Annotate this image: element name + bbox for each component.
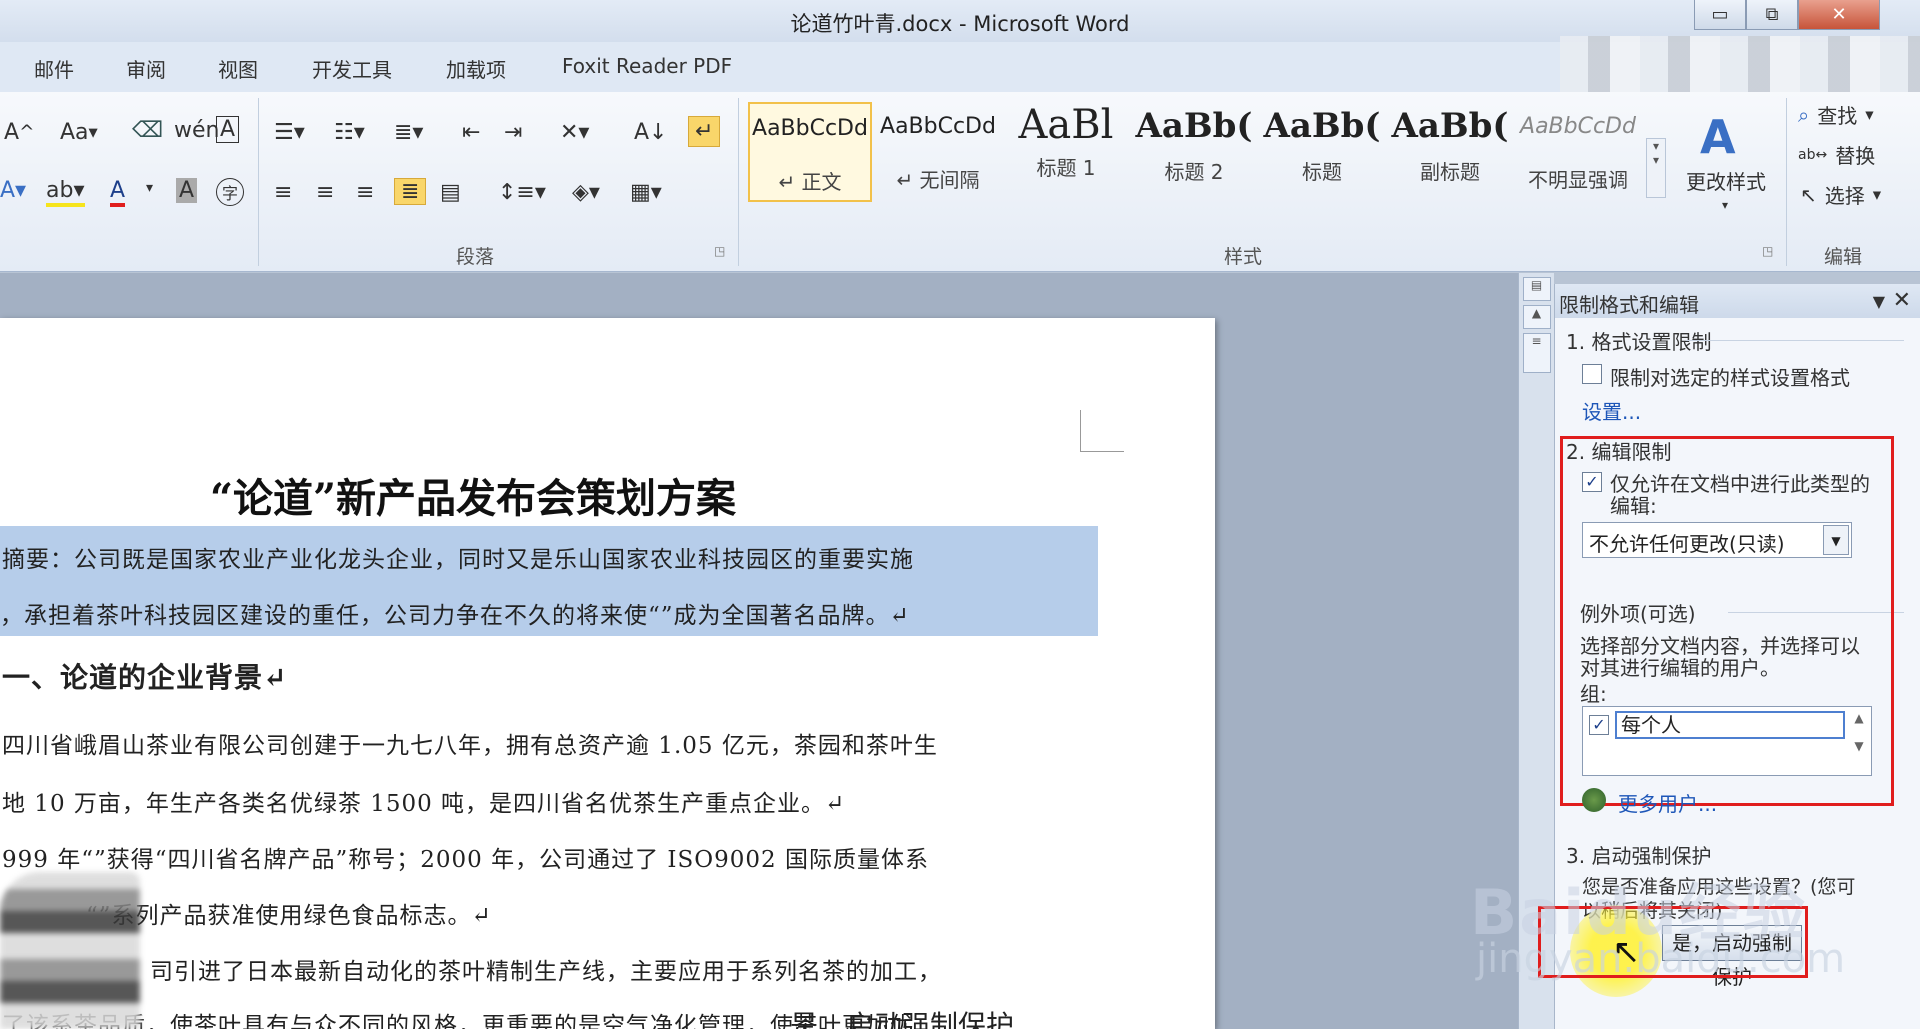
font-color-button[interactable]: A: [110, 178, 126, 207]
select-button[interactable]: ↖ 选择 ▾: [1800, 180, 1881, 209]
ruler-toggle-icon[interactable]: ▤: [1522, 277, 1551, 301]
group-separator: [1786, 98, 1787, 266]
char-border-icon[interactable]: A: [216, 116, 240, 143]
tab-addins[interactable]: 加载项: [446, 54, 506, 83]
highlight-box: [1560, 436, 1894, 806]
pane-header: 限制格式和编辑 ▼ ✕: [1555, 284, 1920, 318]
group-separator: [738, 98, 739, 266]
bullets-icon[interactable]: ☰▾: [274, 120, 305, 145]
align-center-icon[interactable]: ≡: [316, 180, 334, 205]
distributed-icon[interactable]: ▤: [440, 180, 461, 205]
doc-line: 地 10 万亩，年生产各类名优绿茶 1500 吨，是四川省名优茶生产重点企业。↵: [2, 791, 846, 817]
style-subtle-emphasis[interactable]: AaBbCcDd 不明显强调: [1516, 102, 1640, 202]
grow-font-button[interactable]: A ^: [4, 120, 34, 145]
change-styles-dropdown-icon[interactable]: ▾: [1722, 198, 1728, 212]
tab-view[interactable]: 视图: [218, 54, 258, 83]
replace-button[interactable]: ab↔ 替换: [1798, 140, 1875, 169]
format-limit-checkbox[interactable]: [1582, 364, 1602, 384]
section-rule: [1686, 340, 1904, 341]
scroll-up-icon[interactable]: ▲: [1522, 305, 1551, 329]
style-subtitle[interactable]: AaBb( 副标题: [1388, 102, 1512, 202]
window-title: 论道竹叶青.docx - Microsoft Word: [790, 12, 1130, 36]
find-button[interactable]: ⌕ 查找 ▾: [1798, 100, 1874, 129]
pointer-icon: ↖: [1800, 182, 1817, 207]
style-heading-1[interactable]: AaBl 标题 1: [1004, 102, 1128, 202]
justify-icon[interactable]: ≣: [394, 178, 427, 205]
close-button[interactable]: ✕: [1798, 0, 1880, 30]
replace-icon: ab↔: [1798, 146, 1828, 163]
change-styles-icon: A: [1700, 110, 1736, 164]
line-spacing-icon[interactable]: ↕≡▾: [498, 180, 546, 205]
pane-close-icon[interactable]: ✕: [1893, 288, 1911, 313]
doc-line: 四川省峨眉山茶业有限公司创建于一九七八年，拥有总资产逾 1.05 亿元，茶园和茶…: [2, 733, 938, 759]
increase-indent-icon[interactable]: ⇥: [504, 120, 522, 145]
paragraph-launcher-icon[interactable]: ◳: [714, 244, 725, 258]
shading-icon[interactable]: ◈▾: [572, 180, 600, 205]
blurred-region: [0, 872, 140, 1029]
style-heading-2[interactable]: AaBb( 标题 2: [1132, 102, 1256, 202]
settings-link[interactable]: 设置...: [1582, 396, 1641, 425]
font-color-dropdown-icon[interactable]: ▾: [146, 180, 153, 196]
window-controls: ▭ ⧉ ✕: [1694, 0, 1880, 30]
align-right-icon[interactable]: ≡: [356, 180, 374, 205]
gallery-scroll-arrows[interactable]: ▾ ▾: [1646, 138, 1666, 198]
style-title[interactable]: AaBb( 标题: [1260, 102, 1384, 202]
style-normal[interactable]: AaBbCcDd ↵ 正文: [748, 102, 872, 202]
doc-line: ，承担着茶叶科技园区建设的重任，公司力争在不久的将来使“”成为全国著名品牌。↵: [0, 603, 910, 629]
change-case-button[interactable]: Aa ▾: [60, 120, 98, 145]
pane-title: 限制格式和编辑: [1559, 293, 1699, 317]
styles-group-label: 样式: [1224, 246, 1263, 268]
group-separator: [258, 98, 259, 266]
doc-line: 999 年“”获得“四川省名牌产品”称号；2000 年，公司通过了 ISO900…: [2, 847, 929, 873]
format-limit-label: 限制对选定的样式设置格式: [1610, 366, 1850, 390]
doc-line: 司引进了日本最新自动化的茶叶精制生产线，主要应用于系列名茶的加工，: [150, 959, 942, 985]
doc-line: 摘要：公司既是国家农业产业化龙头企业，同时又是乐山国家农业科技园区的重要实施: [2, 547, 914, 573]
minimize-button[interactable]: ▭: [1694, 0, 1746, 30]
styles-launcher-icon[interactable]: ◳: [1762, 244, 1773, 258]
show-marks-icon[interactable]: ↵: [688, 116, 721, 147]
char-shading-button[interactable]: A: [176, 178, 198, 203]
style-no-spacing[interactable]: AaBbCcDd ↵ 无间隔: [876, 102, 1000, 202]
highlight-icon[interactable]: ab▾: [46, 178, 85, 207]
align-left-icon[interactable]: ≡: [274, 180, 292, 205]
restore-button[interactable]: ⧉: [1746, 0, 1798, 30]
change-styles-button[interactable]: 更改样式: [1686, 166, 1766, 195]
margin-corner-mark: [1080, 410, 1124, 452]
doc-heading: 一、论道的企业背景↵: [2, 661, 288, 694]
styles-gallery: AaBbCcDd ↵ 正文 AaBbCcDd ↵ 无间隔 AaBl 标题 1 A…: [748, 102, 1638, 202]
text-effect-icon[interactable]: A▾: [0, 178, 26, 203]
find-icon: ⌕: [1798, 102, 1810, 127]
enclose-char-button[interactable]: 字: [216, 178, 244, 206]
tab-review[interactable]: 审阅: [126, 54, 166, 83]
users-icon: [1582, 788, 1606, 812]
chinese-layout-icon[interactable]: ✕▾: [560, 120, 589, 145]
watermark-url: jingyan.baidu.com: [1476, 936, 1846, 982]
pane-menu-icon[interactable]: ▼: [1873, 292, 1885, 311]
tab-developer[interactable]: 开发工具: [312, 54, 392, 83]
doc-line: “”系列产品获准使用绿色食品标志。↵: [86, 903, 492, 929]
document-title: “论道”新产品发布会策划方案: [210, 475, 737, 522]
paragraph-group-label: 段落: [456, 246, 495, 268]
tab-foxit[interactable]: Foxit Reader PDF: [562, 54, 732, 78]
clear-format-icon[interactable]: ⌫: [132, 118, 163, 143]
borders-icon[interactable]: ▦▾: [630, 180, 662, 205]
ribbon: A ^ Aa ▾ ⌫ wén A A▾ ab▾ A ▾ A 字 ☰▾ ☷▾ ≣▾ ⇤…: [0, 92, 1920, 272]
tab-mailings[interactable]: 邮件: [34, 54, 74, 83]
caption-text: 是，启动强制保护: [790, 1009, 1015, 1029]
numbering-icon[interactable]: ☷▾: [334, 120, 365, 145]
decrease-indent-icon[interactable]: ⇤: [462, 120, 480, 145]
multilevel-list-icon[interactable]: ≣▾: [394, 120, 423, 145]
scroll-thumb[interactable]: ≡: [1522, 333, 1551, 373]
more-users-link[interactable]: 更多用户...: [1618, 788, 1717, 817]
phonetic-guide-icon[interactable]: wén: [174, 118, 219, 143]
editing-group-label: 编辑: [1824, 246, 1863, 268]
sort-button[interactable]: A↓: [634, 120, 667, 145]
